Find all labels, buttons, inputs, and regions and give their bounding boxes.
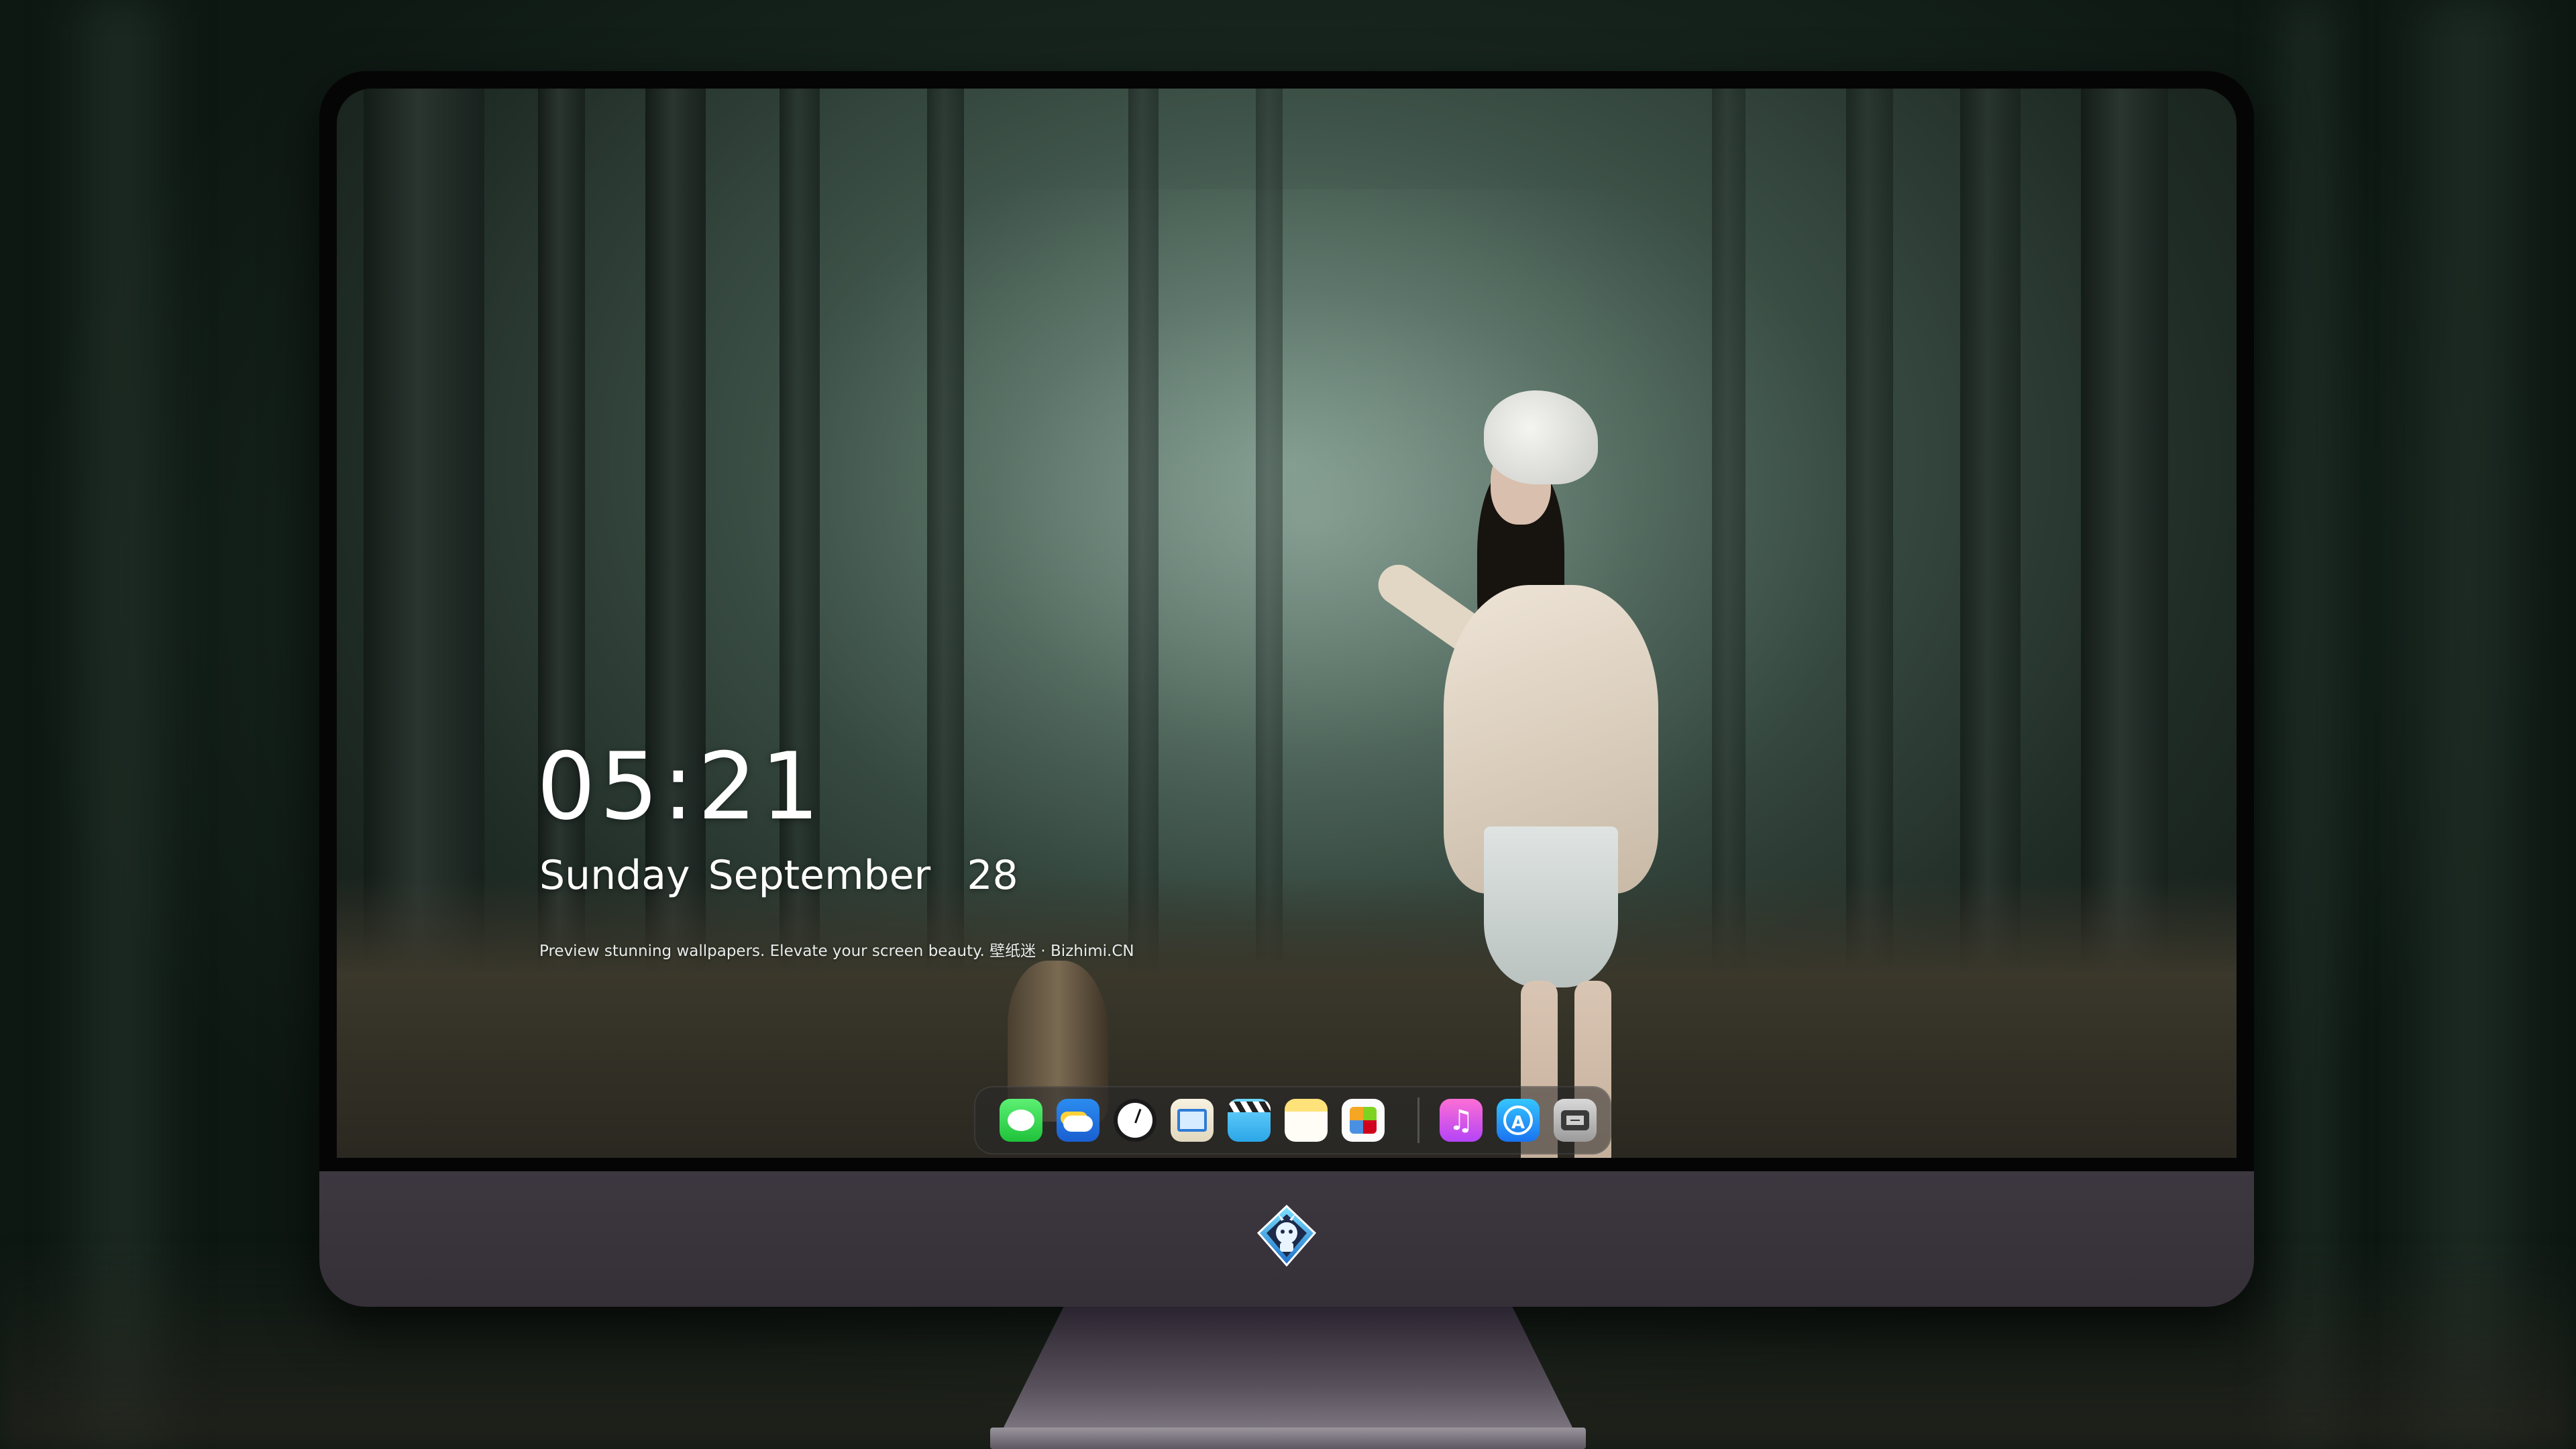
monitor-chin	[319, 1171, 2254, 1307]
figure-dress	[1484, 826, 1618, 987]
desktop-scene: 05:21 Sunday September 28 Preview stunni…	[0, 0, 2576, 1449]
lock-screen-tagline: Preview stunning wallpapers. Elevate you…	[539, 943, 1134, 960]
camera-icon[interactable]	[1554, 1099, 1597, 1142]
tree-trunk	[1256, 89, 1283, 961]
preview-icon[interactable]	[1171, 1099, 1214, 1142]
tree-trunk	[1128, 89, 1159, 994]
background-tree	[2388, 0, 2549, 1449]
wallpaper-figure	[1343, 390, 1678, 1158]
monitor: 05:21 Sunday September 28 Preview stunni…	[319, 71, 2254, 1307]
notes-icon[interactable]	[1285, 1099, 1328, 1142]
music-icon[interactable]	[1440, 1099, 1483, 1142]
dock-separator	[1417, 1097, 1419, 1143]
background-tree	[54, 0, 188, 1449]
lock-screen-time: 05:21	[537, 733, 824, 841]
clock-icon[interactable]	[1114, 1099, 1157, 1142]
figure-hat	[1484, 390, 1598, 484]
monitor-stand-base	[990, 1428, 1586, 1449]
lock-screen-date: Sunday September 28	[539, 852, 1018, 899]
weather-icon[interactable]	[1057, 1099, 1099, 1142]
app-store-icon[interactable]	[1497, 1099, 1540, 1142]
clips-icon[interactable]	[1228, 1099, 1271, 1142]
background-tree	[2267, 0, 2348, 1449]
monitor-screen: 05:21 Sunday September 28 Preview stunni…	[337, 89, 2237, 1158]
messages-icon[interactable]	[1000, 1099, 1042, 1142]
photos-icon[interactable]	[1342, 1099, 1385, 1142]
dock	[974, 1086, 1611, 1155]
tree-trunk	[1712, 89, 1746, 974]
wallpaper-mist	[739, 189, 1880, 927]
brand-logo-icon	[1256, 1204, 1317, 1267]
